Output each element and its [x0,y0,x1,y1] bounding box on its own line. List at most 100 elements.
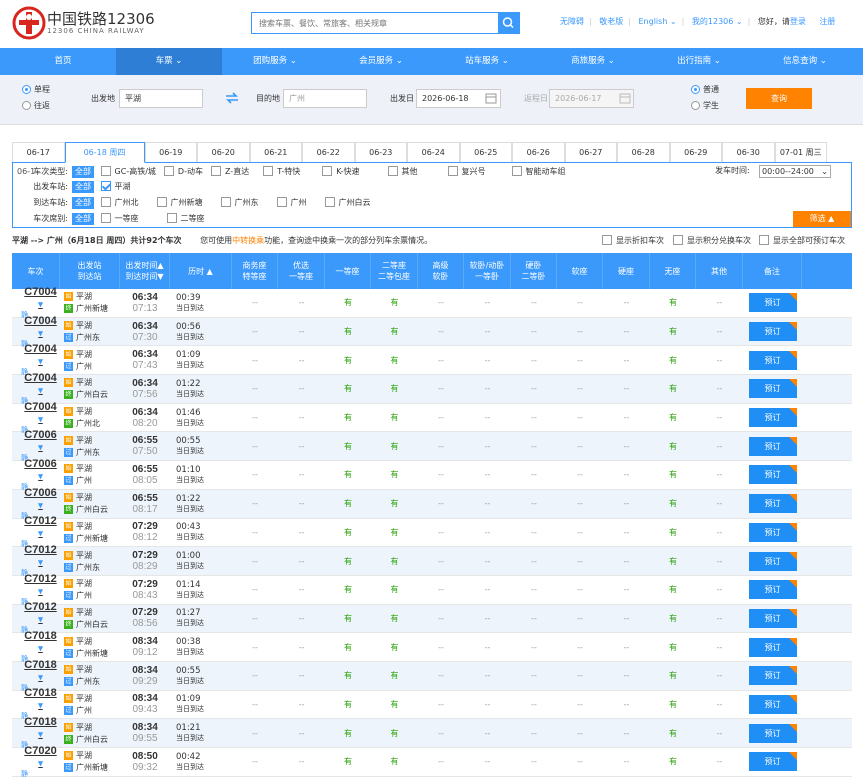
seat-availability[interactable]: 有 [325,519,371,547]
train-number-link[interactable]: C7012 [21,601,60,625]
calendar-icon[interactable] [485,92,497,104]
book-button[interactable]: 预订 [748,379,797,399]
train-number-link[interactable]: C7018 [21,659,60,683]
filter-button[interactable]: 筛选 ▲ [793,211,851,227]
filter-option[interactable]: 广州北 [100,195,139,211]
train-number-link[interactable]: C7004 [21,401,60,425]
date-tab[interactable]: 06-19 [144,142,197,162]
station-name[interactable]: 平湖 [76,722,92,733]
book-button[interactable]: 预订 [748,408,797,428]
seat-availability[interactable]: 有 [325,547,371,575]
seat-availability[interactable]: 有 [371,576,418,604]
train-number-link[interactable]: C7006 [21,487,60,511]
seat-availability[interactable]: 有 [371,346,418,374]
filter-option[interactable]: 广州新塘 [156,195,203,211]
nav-business[interactable]: 商旅服务 ⌄ [540,48,646,75]
seat-availability[interactable]: 有 [650,662,696,690]
book-button[interactable]: 预订 [748,694,797,714]
station-name[interactable]: 广州白云 [76,504,108,515]
train-number-link[interactable]: C7012 [21,515,60,539]
station-name[interactable]: 广州东 [76,562,100,573]
link-my12306[interactable]: 我的12306 ⌄ [692,17,743,26]
column-header[interactable]: 出发时间▲ 到达时间▼ [120,253,170,289]
seat-availability[interactable]: 有 [371,547,418,575]
station-name[interactable]: 广州东 [76,676,100,687]
query-button[interactable]: 查询 [746,88,812,109]
railway-logo-icon[interactable] [12,6,46,40]
filter-option[interactable]: GC-高铁/城 [100,164,156,180]
station-name[interactable]: 广州 [76,705,92,716]
date-tab[interactable]: 06-25 [459,142,512,162]
dep-time-select[interactable]: 00:00--24:00 ⌄ [759,165,831,178]
station-name[interactable]: 广州 [76,361,92,372]
train-number-link[interactable]: C7004 [21,343,60,367]
seat-availability[interactable]: 有 [371,404,418,432]
search-input[interactable] [252,13,498,33]
date-tab[interactable]: 06-27 [564,142,617,162]
seat-availability[interactable]: 有 [650,605,696,633]
nav-member[interactable]: 会员服务 ⌄ [328,48,434,75]
seat-availability[interactable]: 有 [325,662,371,690]
station-name[interactable]: 平湖 [76,550,92,561]
date-tab[interactable]: 06-23 [354,142,407,162]
date-tab[interactable]: 06-17 [12,142,65,162]
station-name[interactable]: 广州新塘 [76,762,108,773]
station-name[interactable]: 平湖 [76,607,92,618]
filter-option[interactable]: T-特快 [263,164,300,180]
station-name[interactable]: 广州新塘 [76,533,108,544]
station-name[interactable]: 平湖 [76,578,92,589]
seat-availability[interactable]: 有 [650,519,696,547]
seat-availability[interactable]: 有 [371,490,418,518]
trip-one-way[interactable]: 单程 [22,84,50,95]
date-tab[interactable]: 06-29 [669,142,722,162]
filter-option[interactable]: 一等座 [100,211,139,227]
opt-points[interactable]: 显示积分兑换车次 [673,234,751,248]
book-button[interactable]: 预订 [748,666,797,686]
calendar-icon[interactable] [619,92,631,104]
login-link[interactable]: 登录 [790,17,806,26]
train-number-link[interactable]: C7004 [21,372,60,396]
book-button[interactable]: 预订 [748,322,797,342]
train-number-link[interactable]: C7018 [21,687,60,711]
opt-discount[interactable]: 显示折扣车次 [602,234,664,248]
nav-group[interactable]: 团购服务 ⌄ [222,48,328,75]
passenger-normal[interactable]: 普通 [691,84,719,95]
filter-from-all[interactable]: 全部 [72,181,94,193]
station-name[interactable]: 平湖 [76,463,92,474]
station-name[interactable]: 平湖 [76,349,92,360]
seat-availability[interactable]: 有 [325,691,371,719]
seat-availability[interactable]: 有 [650,461,696,489]
filter-option[interactable]: 广州东 [220,195,259,211]
seat-availability[interactable]: 有 [325,289,371,317]
station-name[interactable]: 广州白云 [76,734,108,745]
train-number-link[interactable]: C7004 [21,315,60,339]
date-tab[interactable]: 06-28 [617,142,670,162]
search-button[interactable] [498,13,519,33]
date-tab[interactable]: 06-22 [302,142,355,162]
seat-availability[interactable]: 有 [325,605,371,633]
passenger-student[interactable]: 学生 [691,100,719,111]
station-name[interactable]: 平湖 [76,664,92,675]
seat-availability[interactable]: 有 [371,461,418,489]
station-name[interactable]: 广州东 [76,447,100,458]
book-button[interactable]: 预订 [748,436,797,456]
seat-availability[interactable]: 有 [325,719,371,747]
book-button[interactable]: 预订 [748,551,797,571]
date-tab[interactable]: 06-24 [407,142,460,162]
link-accessibility[interactable]: 无障碍 [560,17,584,26]
station-name[interactable]: 广州新塘 [76,648,108,659]
station-name[interactable]: 平湖 [76,406,92,417]
book-button[interactable]: 预订 [748,350,797,370]
to-input[interactable]: 广州 [283,89,367,108]
book-button[interactable]: 预订 [748,752,797,772]
nav-tickets[interactable]: 车票 ⌄ [116,48,222,75]
seat-availability[interactable]: 有 [325,432,371,460]
transfer-link[interactable]: 中转换乘 [232,236,264,245]
seat-availability[interactable]: 有 [650,719,696,747]
seat-availability[interactable]: 有 [325,346,371,374]
from-input[interactable]: 平湖 [119,89,203,108]
filter-seat-all[interactable]: 全部 [72,213,94,225]
nav-guide[interactable]: 出行指南 ⌄ [646,48,752,75]
station-name[interactable]: 广州白云 [76,389,108,400]
filter-option[interactable]: 复兴号 [447,164,486,180]
